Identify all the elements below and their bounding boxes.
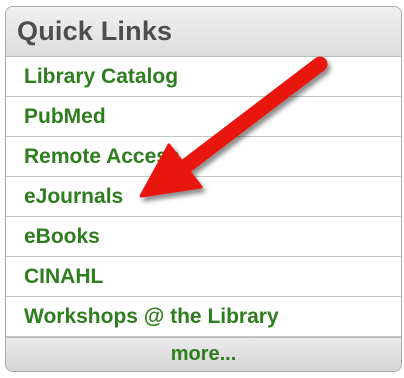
list-item-library-catalog: Library Catalog <box>6 57 401 97</box>
list-item-ejournals: eJournals <box>6 177 401 217</box>
more-bar: more... <box>6 337 401 371</box>
ebooks-link[interactable]: eBooks <box>24 225 100 249</box>
quick-links-list: Library Catalog PubMed Remote Access eJo… <box>6 57 401 337</box>
library-catalog-link[interactable]: Library Catalog <box>24 65 178 89</box>
list-item-ebooks: eBooks <box>6 217 401 257</box>
cinahl-link[interactable]: CINAHL <box>24 265 103 289</box>
remote-access-link[interactable]: Remote Access <box>24 145 180 169</box>
workshops-link[interactable]: Workshops @ the Library <box>24 305 279 329</box>
quick-links-widget: Quick Links Library Catalog PubMed Remot… <box>5 6 402 372</box>
quick-links-title: Quick Links <box>17 16 173 46</box>
list-item-remote-access: Remote Access <box>6 137 401 177</box>
pubmed-link[interactable]: PubMed <box>24 105 106 129</box>
more-link[interactable]: more... <box>171 343 237 366</box>
list-item-cinahl: CINAHL <box>6 257 401 297</box>
list-item-pubmed: PubMed <box>6 97 401 137</box>
list-item-workshops: Workshops @ the Library <box>6 297 401 337</box>
quick-links-header: Quick Links <box>6 7 401 57</box>
ejournals-link[interactable]: eJournals <box>24 185 123 209</box>
